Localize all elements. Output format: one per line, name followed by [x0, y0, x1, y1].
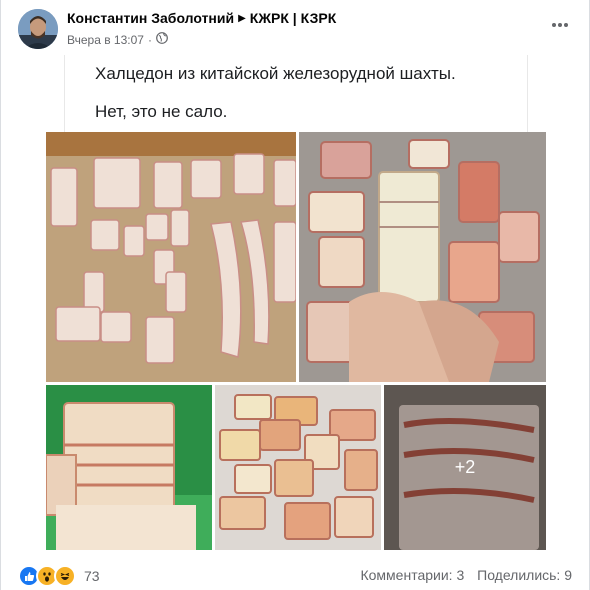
globe-icon [156, 32, 168, 47]
quote-line-2: Нет, это не сало. [95, 102, 228, 121]
author-name[interactable]: Константин Заболотний [67, 10, 234, 26]
post-timestamp[interactable]: Вчера в 13:07 [67, 33, 144, 47]
post-header: Константин Заболотний ▶ КЖРК | КЗРК [67, 10, 336, 26]
shares-count-link[interactable]: Поделились: 9 [477, 567, 572, 583]
quote-line-1: Халцедон из китайской железорудной шахты… [95, 64, 456, 83]
photo-2-image [299, 132, 546, 382]
photo-5[interactable]: +2 [384, 385, 546, 550]
ellipsis-icon [552, 23, 568, 27]
photo-4[interactable] [215, 385, 381, 550]
photo-1-image [46, 132, 296, 382]
quoted-text-image[interactable]: Халцедон из китайской железорудной шахты… [64, 55, 528, 132]
reaction-count: 73 [84, 568, 100, 584]
author-avatar[interactable] [18, 9, 58, 49]
arrow-right-icon: ▶ [238, 12, 246, 24]
more-options-button[interactable] [549, 14, 571, 36]
comments-count-link[interactable]: Комментарии: 3 [360, 567, 464, 583]
photo-1[interactable] [46, 132, 296, 382]
post-card: Константин Заболотний ▶ КЖРК | КЗРК Вчер… [0, 0, 590, 590]
photo-4-image [215, 385, 381, 550]
group-name[interactable]: КЖРК | КЗРК [250, 10, 337, 26]
haha-icon [54, 565, 76, 587]
photo-3-image [46, 385, 212, 550]
avatar-photo [18, 9, 58, 49]
post-stats: Комментарии: 3 Поделились: 9 [360, 567, 572, 583]
post-meta: Вчера в 13:07 · [67, 32, 168, 47]
reactions-summary[interactable]: 73 [18, 565, 100, 587]
more-photos-overlay[interactable]: +2 [384, 385, 546, 550]
photo-3[interactable] [46, 385, 212, 550]
separator-dot: · [147, 32, 152, 47]
photo-2[interactable] [299, 132, 546, 382]
